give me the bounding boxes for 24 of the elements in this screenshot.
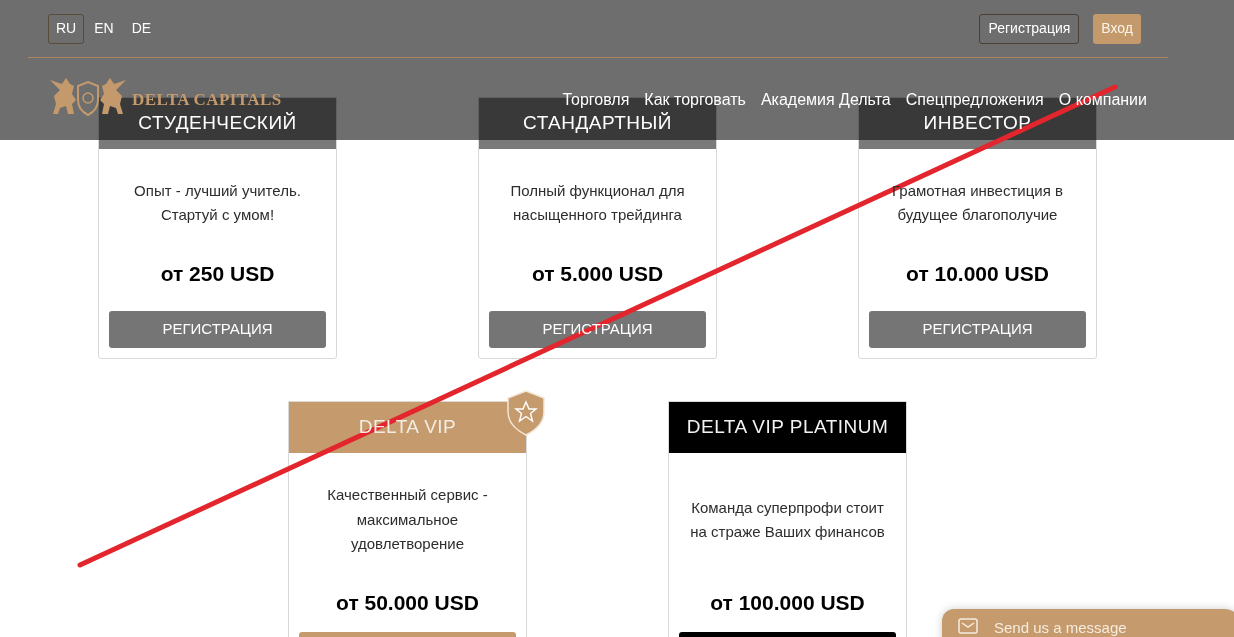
plan-price: от 100.000 USD: [709, 590, 866, 616]
plan-price: от 50.000 USD: [335, 590, 480, 616]
plan-title: DELTA VIP PLATINUM: [669, 402, 906, 453]
plan-description: Команда суперпрофи стоит на страже Ваших финансов: [690, 497, 885, 542]
plan-description: Опыт - лучший учитель. Стартуй с умом!: [134, 180, 301, 225]
register-button[interactable]: РЕГИСТРАЦИЯ: [869, 311, 1086, 348]
language-button[interactable]: DE: [123, 13, 160, 44]
nav-link[interactable]: Как торговать: [644, 88, 746, 112]
brand-name: DELTA CAPITALS: [132, 88, 282, 111]
register-button[interactable]: РЕГИСТРАЦИЯ: [109, 311, 326, 348]
plan-price: от 10.000 USD: [905, 261, 1050, 287]
mail-icon: [958, 618, 978, 634]
plan-price: от 250 USD: [159, 261, 276, 287]
nav-link[interactable]: Академия Дельта: [760, 88, 891, 112]
nav-link[interactable]: Торговля: [562, 88, 630, 112]
nav-link[interactable]: Спецпредложения: [905, 88, 1044, 112]
plan-description: Грамотная инвестиция в будущее благополучие: [892, 180, 1063, 225]
chat-label: Send us a message: [994, 618, 1127, 637]
language-button[interactable]: EN: [86, 13, 122, 44]
plan-description: Полный функционал для насыщенного трейдинга: [510, 180, 685, 225]
language-button[interactable]: RU: [48, 13, 85, 44]
plan-description: Качественный сервис - максимальное удовлетворение: [327, 485, 488, 555]
register-button[interactable]: Регистрация: [979, 13, 1080, 44]
plan-price: от 5.000 USD: [530, 261, 665, 287]
